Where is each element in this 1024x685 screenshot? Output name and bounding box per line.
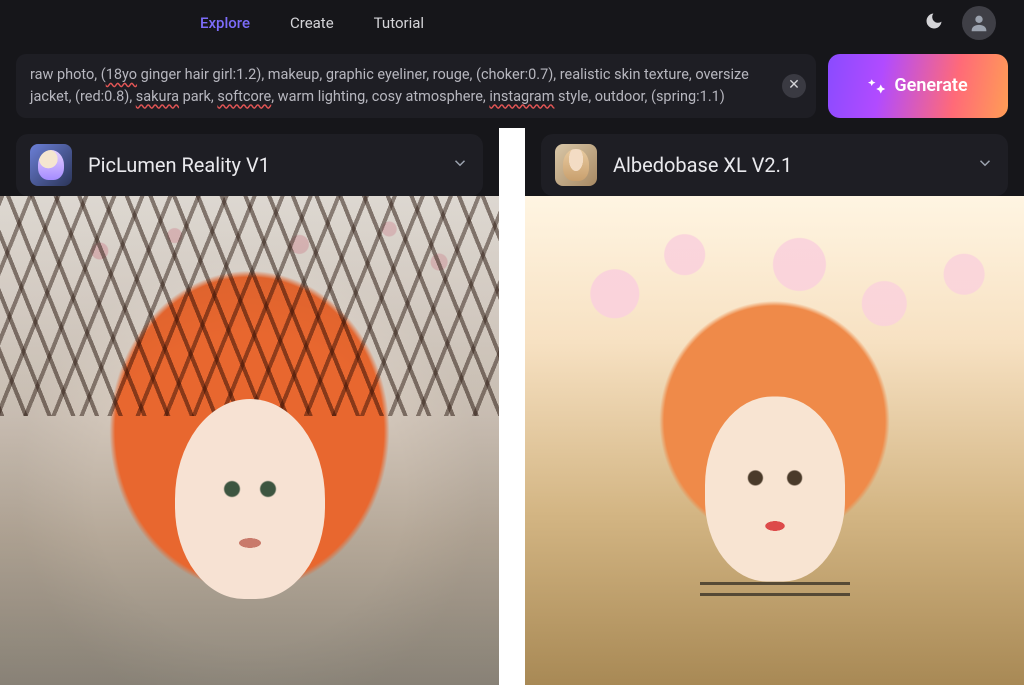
close-icon: ✕ <box>788 75 800 96</box>
model-panel-left: PicLumen Reality V1 <box>0 128 499 196</box>
model-select-left[interactable]: PicLumen Reality V1 <box>16 134 483 196</box>
user-icon <box>968 12 990 34</box>
profile-avatar[interactable] <box>962 6 996 40</box>
panel-divider <box>499 196 525 685</box>
top-nav: Explore Create Tutorial <box>0 0 1024 46</box>
sparkle-icon <box>868 77 886 95</box>
nav-explore[interactable]: Explore <box>200 14 250 32</box>
nav-links: Explore Create Tutorial <box>200 14 424 32</box>
result-image-right[interactable] <box>525 196 1024 685</box>
generate-label: Generate <box>894 75 967 96</box>
nav-tutorial[interactable]: Tutorial <box>374 14 424 32</box>
nav-create[interactable]: Create <box>290 14 334 32</box>
results-row <box>0 196 1024 685</box>
model-panel-right: Albedobase XL V2.1 <box>525 128 1024 196</box>
generate-button[interactable]: Generate <box>828 54 1008 118</box>
model-selectors: PicLumen Reality V1 Albedobase XL V2.1 <box>0 128 1024 196</box>
model-name-right: Albedobase XL V2.1 <box>613 153 960 177</box>
prompt-text: raw photo, (18yo ginger hair girl:1.2), … <box>30 66 749 105</box>
result-image-left[interactable] <box>0 196 499 685</box>
model-thumbnail-icon <box>555 144 597 186</box>
panel-divider <box>499 128 525 196</box>
chevron-down-icon <box>451 154 469 176</box>
generated-portrait-icon <box>0 196 499 685</box>
model-thumbnail-icon <box>30 144 72 186</box>
model-name-left: PicLumen Reality V1 <box>88 153 435 177</box>
chevron-down-icon <box>976 154 994 176</box>
moon-icon[interactable] <box>924 11 944 35</box>
nav-right <box>924 6 996 40</box>
prompt-input[interactable]: raw photo, (18yo ginger hair girl:1.2), … <box>16 54 816 118</box>
model-select-right[interactable]: Albedobase XL V2.1 <box>541 134 1008 196</box>
generated-portrait-icon <box>525 196 1024 685</box>
clear-prompt-button[interactable]: ✕ <box>782 74 806 98</box>
prompt-bar: raw photo, (18yo ginger hair girl:1.2), … <box>0 46 1024 128</box>
